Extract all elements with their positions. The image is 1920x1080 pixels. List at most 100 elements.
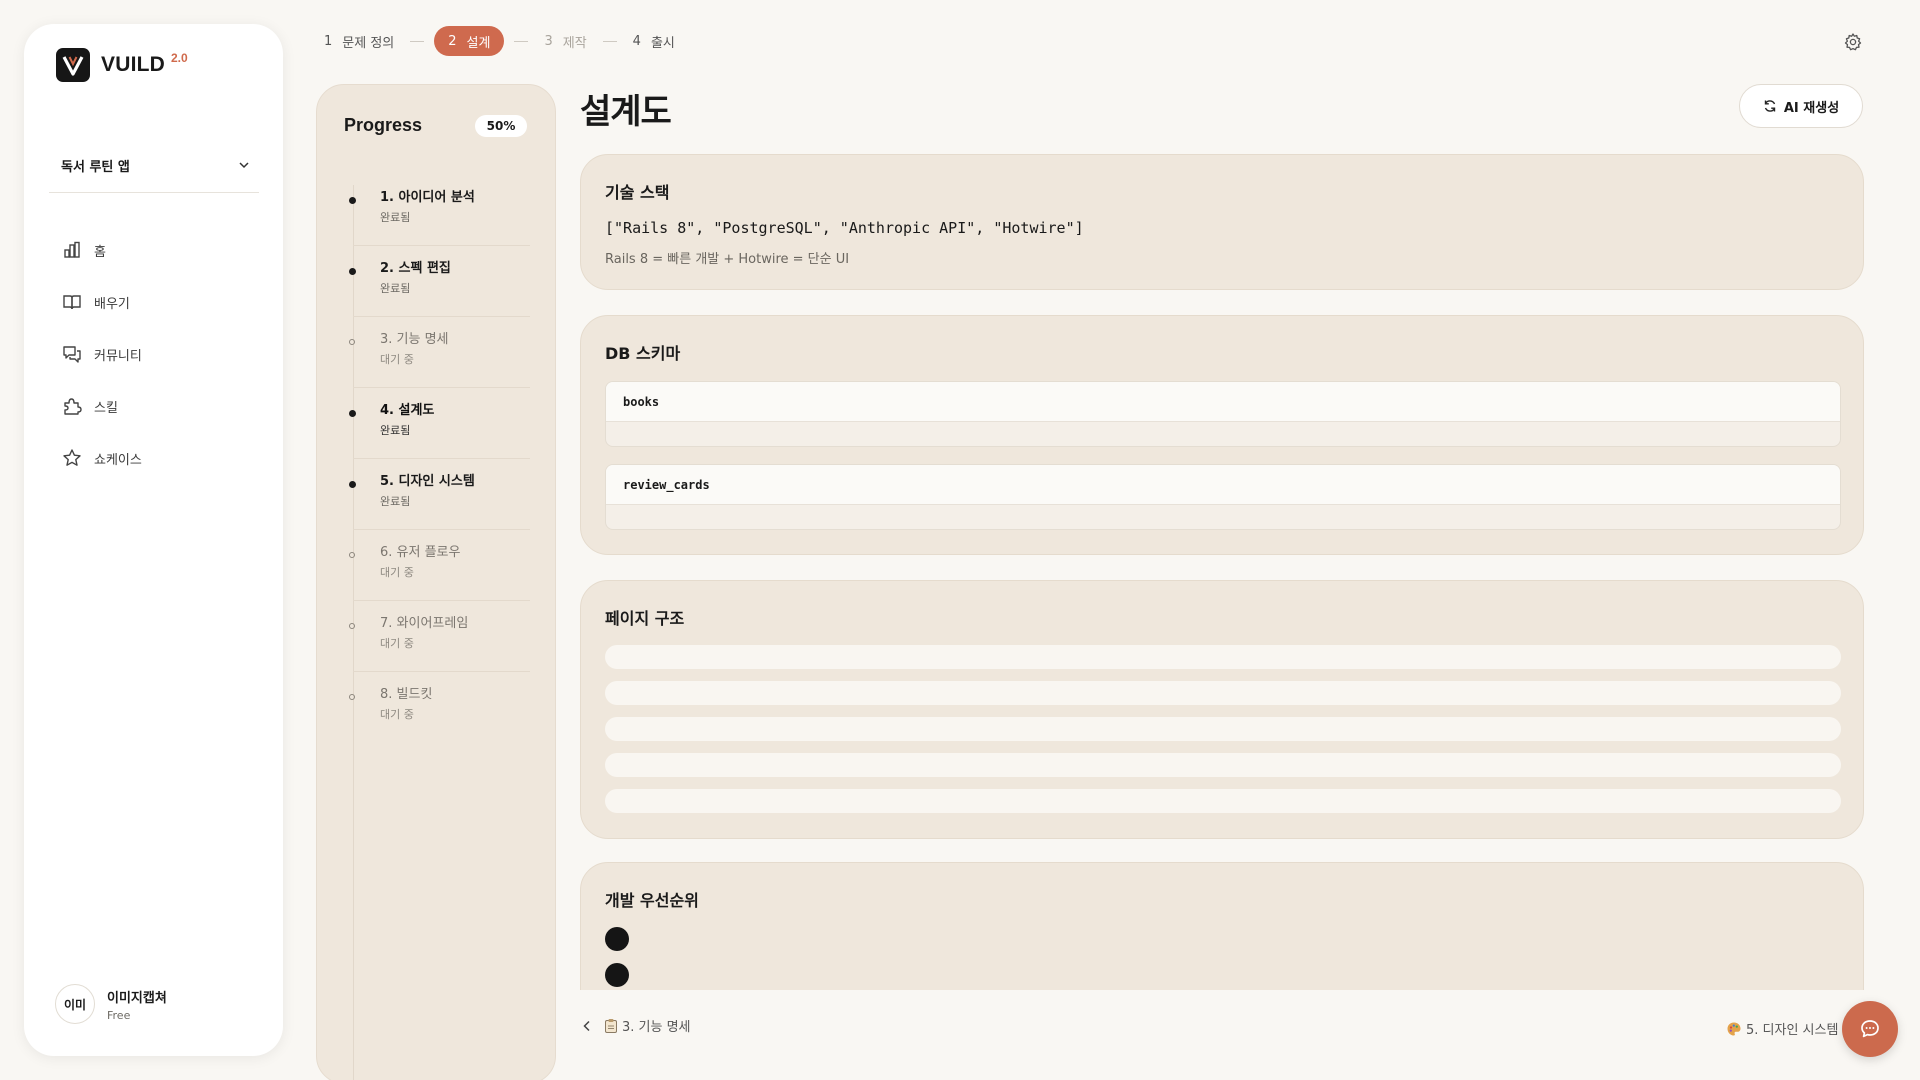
progress-item-label: 3. 기능 명세: [380, 332, 449, 347]
ai-regenerate-button[interactable]: AI 재생성: [1739, 84, 1863, 128]
nav-item-showcase[interactable]: 쇼케이스: [62, 432, 262, 484]
step-separator: [514, 40, 529, 42]
done-dot-icon: [349, 268, 356, 275]
priority-bullet-icon: [605, 927, 629, 951]
nav-item-label: 쇼케이스: [94, 452, 142, 468]
progress-item[interactable]: 7. 와이어프레임 대기 중: [349, 601, 530, 672]
nav-item-label: 배우기: [94, 296, 130, 312]
brand-version: 2.0: [171, 51, 188, 65]
step-label: 출시: [650, 35, 675, 51]
progress-item[interactable]: 6. 유저 플로우 대기 중: [349, 530, 530, 601]
user-info: 이미지캡쳐 Free: [107, 987, 167, 1022]
chat-button[interactable]: [1842, 1001, 1898, 1057]
step-separator: [410, 40, 425, 42]
next-step-link[interactable]: 5. 디자인 시스템: [1726, 1019, 1838, 1038]
progress-title: Progress: [344, 115, 423, 135]
step-problem[interactable]: 1 문제 정의: [318, 32, 400, 51]
tech-stack-card: 기술 스택 ["Rails 8", "PostgreSQL", "Anthrop…: [580, 154, 1864, 290]
step-number: 1: [324, 33, 333, 49]
progress-item-label: 5. 디자인 시스템: [380, 474, 475, 489]
nav-item-label: 홈: [94, 244, 106, 260]
prev-step-link[interactable]: 3. 기능 명세: [582, 1016, 691, 1035]
step-design[interactable]: 2 설계: [434, 26, 505, 56]
palette-icon: [1727, 1022, 1741, 1035]
progress-item-status: 대기 중: [380, 353, 414, 366]
db-table-name: review_cards: [606, 465, 1840, 505]
progress-item[interactable]: 3. 기능 명세 대기 중: [349, 317, 530, 388]
step-label: 문제 정의: [342, 35, 395, 51]
tech-stack-code: ["Rails 8", "PostgreSQL", "Anthropic API…: [605, 219, 1084, 237]
step-separator: [602, 40, 617, 42]
card-title: 기술 스택: [605, 183, 670, 202]
db-table[interactable]: review_cards: [605, 464, 1841, 530]
chart-bar-icon: [64, 241, 80, 258]
footer-nav: 3. 기능 명세 5. 디자인 시스템: [564, 990, 1920, 1080]
pending-dot-icon: [349, 339, 355, 345]
phase-stepper: 1 문제 정의 2 설계 3 제작 4 출시: [318, 26, 681, 56]
tech-stack-note: Rails 8 = 빠른 개발 + Hotwire = 단순 UI: [605, 252, 850, 267]
skeleton-row: [605, 753, 1841, 777]
avatar: 이미: [55, 984, 95, 1024]
db-table-name: books: [606, 382, 1840, 422]
pending-dot-icon: [349, 552, 355, 558]
vuild-logo-icon: [56, 48, 90, 82]
progress-item-status: 완료됨: [380, 424, 411, 437]
progress-item-status: 대기 중: [380, 566, 414, 579]
prev-step-label: 3. 기능 명세: [622, 1020, 691, 1035]
step-number: 4: [632, 33, 641, 49]
card-title: 페이지 구조: [605, 609, 685, 628]
progress-item[interactable]: 1. 아이디어 분석 완료됨: [349, 175, 530, 246]
nav-item-skills[interactable]: 스킬: [62, 380, 262, 432]
book-icon: [63, 295, 81, 310]
priority-bullet-icon: [605, 963, 629, 987]
chat-bubbles-icon: [63, 346, 81, 363]
db-schema-card: DB 스키마 books review_cards: [580, 315, 1864, 555]
progress-item-label: 4. 설계도: [380, 403, 435, 418]
nav-item-label: 커뮤니티: [94, 348, 142, 364]
progress-item-current[interactable]: 4. 설계도 완료됨: [349, 388, 530, 459]
progress-item[interactable]: 2. 스펙 편집 완료됨: [349, 246, 530, 317]
project-select[interactable]: 독서 루틴 앱: [61, 150, 251, 180]
db-table[interactable]: books: [605, 381, 1841, 447]
progress-item-status: 완료됨: [380, 211, 411, 224]
user-name: 이미지캡쳐: [107, 990, 167, 1006]
progress-item-status: 완료됨: [380, 495, 411, 508]
nav-item-learn[interactable]: 배우기: [62, 276, 262, 328]
progress-item-label: 8. 빌드킷: [380, 687, 433, 702]
page-structure-card: 페이지 구조: [580, 580, 1864, 839]
nav-item-label: 스킬: [94, 400, 118, 416]
progress-item-status: 완료됨: [380, 282, 411, 295]
progress-item-status: 대기 중: [380, 637, 414, 650]
progress-item[interactable]: 5. 디자인 시스템 완료됨: [349, 459, 530, 530]
progress-item-label: 2. 스펙 편집: [380, 261, 451, 276]
step-label: 설계: [466, 35, 491, 51]
app-root: VUILD 2.0 독서 루틴 앱 홈 배우기 커뮤니티 스킬 쇼케이스 이미 …: [0, 0, 1920, 1080]
progress-item-status: 대기 중: [380, 708, 414, 721]
nav-item-home[interactable]: 홈: [62, 224, 262, 276]
progress-item[interactable]: 8. 빌드킷 대기 중: [349, 672, 530, 743]
chevron-left-icon: [583, 1020, 590, 1031]
pending-dot-icon: [349, 694, 355, 700]
ai-regenerate-label: AI 재생성: [1783, 100, 1840, 116]
sidebar-nav: 홈 배우기 커뮤니티 스킬 쇼케이스: [62, 241, 262, 484]
brand-name: VUILD: [101, 53, 165, 76]
done-dot-icon: [349, 481, 356, 488]
puzzle-icon: [64, 398, 82, 415]
step-build[interactable]: 3 제작: [538, 32, 592, 51]
skeleton-row: [605, 645, 1841, 669]
brand-logo[interactable]: VUILD 2.0: [56, 48, 188, 82]
user-profile[interactable]: 이미 이미지캡쳐 Free: [55, 984, 167, 1024]
skeleton-row: [605, 717, 1841, 741]
chevron-down-icon: [239, 162, 249, 169]
nav-item-community[interactable]: 커뮤니티: [62, 328, 262, 380]
step-label: 제작: [562, 35, 587, 51]
step-launch[interactable]: 4 출시: [627, 32, 681, 51]
sidebar-divider: [49, 192, 259, 193]
refresh-icon: [1764, 100, 1776, 112]
star-icon: [63, 449, 81, 466]
gear-icon[interactable]: [1843, 32, 1863, 52]
project-select-value: 독서 루틴 앱: [61, 159, 130, 175]
pending-dot-icon: [349, 623, 355, 629]
page-title: 설계도: [580, 92, 672, 132]
card-title: 개발 우선순위: [605, 891, 699, 910]
